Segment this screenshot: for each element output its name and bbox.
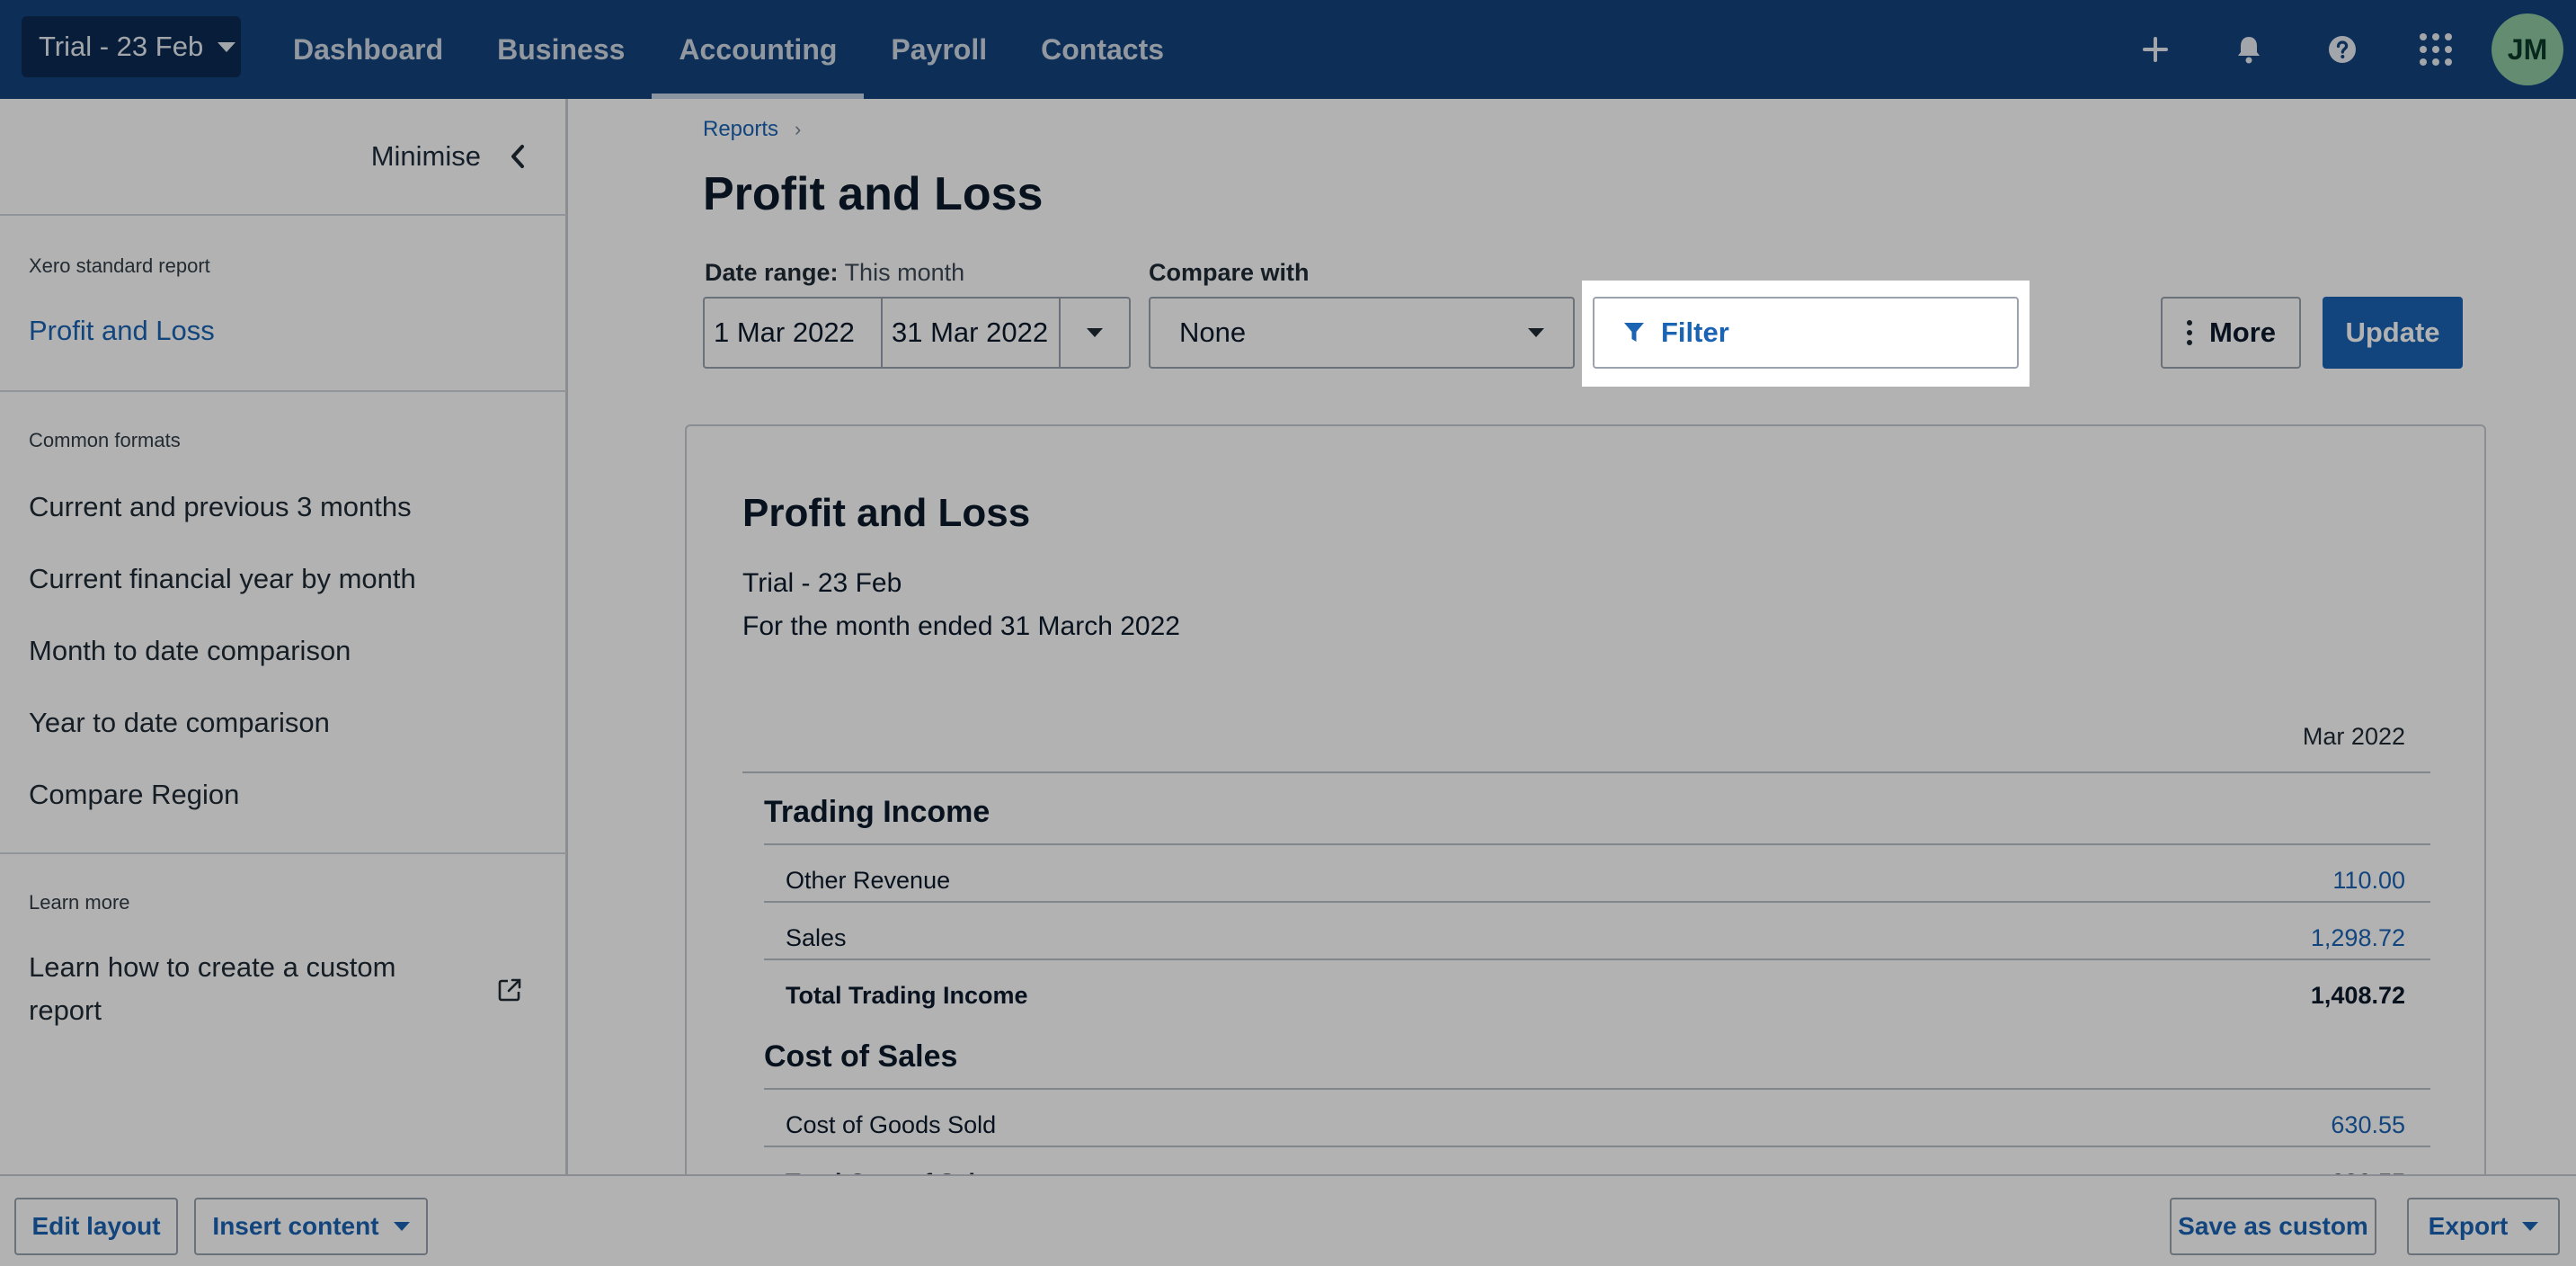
nav-payroll[interactable]: Payroll [864, 0, 1014, 99]
nav-dashboard[interactable]: Dashboard [266, 0, 470, 99]
section-heading-trading-income: Trading Income [764, 795, 990, 829]
more-button[interactable]: More [2161, 297, 2301, 369]
breadcrumb-reports-link[interactable]: Reports [703, 117, 778, 142]
filter-button[interactable]: Filter [1593, 297, 2019, 369]
sidebar-item-compare-region[interactable]: Compare Region [29, 779, 239, 811]
filter-label: Filter [1661, 316, 1729, 348]
report-card: Profit and Loss Trial - 23 Feb For the m… [685, 424, 2486, 1234]
learn-more-label: Learn more [29, 891, 130, 914]
organisation-name: Trial - 23 Feb [39, 31, 204, 62]
breadcrumb: Reports › [703, 117, 801, 142]
row-label-total-trading-income: Total Trading Income [786, 982, 1028, 1009]
date-range-dropdown-button[interactable] [1061, 299, 1129, 367]
caret-down-icon [2522, 1222, 2539, 1231]
nav-business[interactable]: Business [470, 0, 652, 99]
date-range-label: Date range: This month [705, 259, 964, 287]
sidebar-divider [0, 852, 566, 854]
external-link-icon [498, 978, 521, 1002]
report-period: For the month ended 31 March 2022 [742, 611, 1180, 641]
avatar[interactable]: JM [2492, 13, 2563, 85]
vertical-dots-icon [2186, 320, 2192, 345]
apps-grid-icon[interactable] [2389, 0, 2483, 99]
compare-with-label-text: Compare with [1149, 259, 1310, 286]
row-value-total-trading-income: 1,408.72 [2310, 982, 2405, 1009]
compare-with-value: None [1179, 316, 1247, 348]
row-label-other-revenue: Other Revenue [786, 867, 951, 894]
organisation-switcher[interactable]: Trial - 23 Feb [22, 16, 241, 77]
sidebar-divider [0, 214, 566, 216]
report-footer: Edit layout Insert content Save as custo… [0, 1174, 2576, 1266]
main-content: Reports › Profit and Loss Date range: Th… [570, 99, 2576, 1234]
row-value-other-revenue[interactable]: 110.00 [2332, 867, 2405, 895]
report-title: Profit and Loss [742, 491, 1031, 535]
top-navigation-bar: Trial - 23 Feb Dashboard Business Accoun… [0, 0, 2576, 99]
export-label: Export [2428, 1212, 2509, 1240]
date-to-input[interactable]: 31 Mar 2022 [883, 299, 1061, 367]
row-label-sales: Sales [786, 924, 847, 951]
caret-down-icon [393, 1222, 410, 1231]
breadcrumb-chevron-icon: › [795, 118, 802, 140]
edit-layout-button[interactable]: Edit layout [14, 1198, 178, 1255]
report-organisation: Trial - 23 Feb [742, 568, 902, 598]
row-label-cost-of-goods-sold: Cost of Goods Sold [786, 1111, 997, 1138]
date-range-label-text: Date range: [705, 259, 839, 286]
row-value-sales[interactable]: 1,298.72 [2311, 924, 2405, 952]
sidebar-item-year-to-date[interactable]: Year to date comparison [29, 707, 330, 739]
sidebar-item-month-to-date[interactable]: Month to date comparison [29, 635, 351, 667]
report-divider [742, 771, 2430, 773]
report-divider [764, 958, 2430, 960]
row-value-cost-of-goods-sold[interactable]: 630.55 [2331, 1111, 2405, 1139]
update-button[interactable]: Update [2323, 297, 2463, 369]
report-column-header: Mar 2022 [2302, 723, 2405, 750]
sidebar-item-profit-and-loss[interactable]: Profit and Loss [29, 315, 215, 347]
export-button[interactable]: Export [2407, 1198, 2560, 1255]
compare-with-select[interactable]: None [1149, 297, 1575, 369]
minimise-button[interactable]: Minimise [0, 99, 565, 214]
minimise-label: Minimise [370, 140, 481, 172]
report-divider [764, 901, 2430, 903]
report-divider [764, 1088, 2430, 1090]
top-actions: JM [2109, 0, 2576, 99]
filter-funnel-icon [1624, 323, 1644, 342]
chevron-left-icon [511, 145, 524, 168]
date-range-value: This month [844, 259, 965, 286]
nav-accounting[interactable]: Accounting [652, 0, 865, 99]
common-formats-label: Common formats [29, 429, 181, 451]
bell-icon[interactable] [2202, 0, 2296, 99]
learn-custom-report-link[interactable]: Learn how to create a custom report [29, 946, 424, 1032]
chevron-down-icon [218, 41, 236, 52]
report-sidebar: Minimise Xero standard report Profit and… [0, 99, 568, 1174]
page-title: Profit and Loss [703, 168, 1044, 220]
help-icon[interactable] [2296, 0, 2389, 99]
report-divider [764, 1146, 2430, 1147]
nav-contacts[interactable]: Contacts [1014, 0, 1191, 99]
sidebar-item-financial-year-by-month[interactable]: Current financial year by month [29, 563, 416, 595]
more-label: More [2208, 316, 2277, 348]
compare-with-label: Compare with [1149, 259, 1310, 287]
date-range-picker: 1 Mar 2022 31 Mar 2022 [703, 297, 1131, 369]
main-nav: Dashboard Business Accounting Payroll Co… [266, 0, 1191, 99]
sidebar-divider [0, 390, 566, 392]
caret-down-icon [1528, 328, 1544, 337]
save-as-custom-button[interactable]: Save as custom [2170, 1198, 2376, 1255]
report-divider [764, 843, 2430, 845]
sidebar-item-current-previous-3-months[interactable]: Current and previous 3 months [29, 491, 412, 523]
insert-content-label: Insert content [212, 1212, 379, 1240]
caret-down-icon [1087, 328, 1103, 337]
date-from-input[interactable]: 1 Mar 2022 [705, 299, 883, 367]
section-heading-cost-of-sales: Cost of Sales [764, 1039, 958, 1074]
standard-report-label: Xero standard report [29, 254, 210, 277]
plus-icon[interactable] [2109, 0, 2202, 99]
insert-content-button[interactable]: Insert content [194, 1198, 428, 1255]
